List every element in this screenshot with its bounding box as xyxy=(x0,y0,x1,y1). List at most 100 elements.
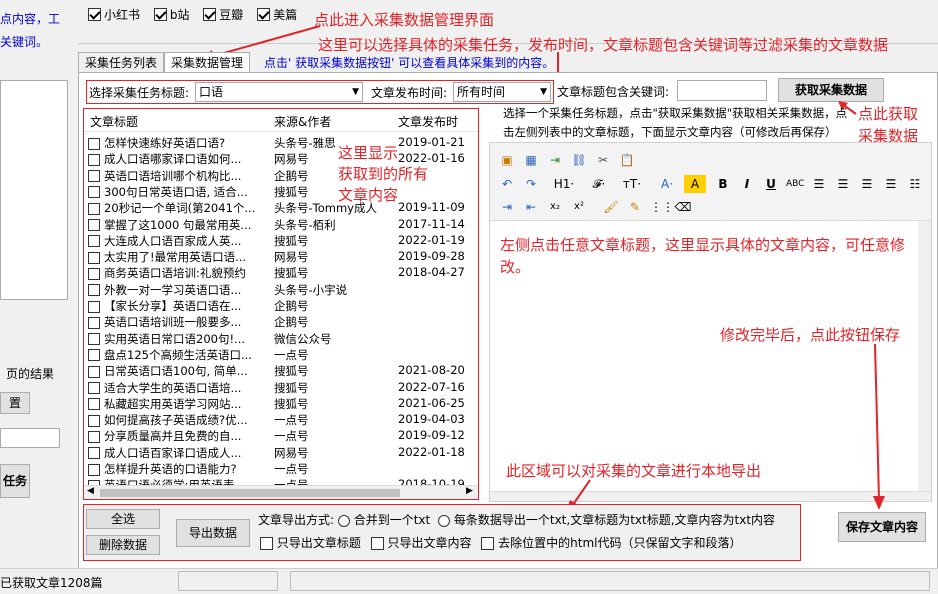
checkbox-content-only[interactable] xyxy=(370,537,384,550)
subscript-icon[interactable]: x₂ xyxy=(546,198,564,216)
row-checkbox[interactable] xyxy=(88,398,100,411)
list-icon[interactable]: ☷ xyxy=(906,175,924,193)
row-title[interactable]: 私藏超实用英语学习网站... xyxy=(88,396,266,412)
row-checkbox[interactable] xyxy=(88,170,100,183)
row-title[interactable]: 【家长分享】英语口语在... xyxy=(88,298,266,314)
row-checkbox[interactable] xyxy=(88,251,100,264)
col-header-date[interactable]: 文章发布时 xyxy=(398,113,459,131)
row-title[interactable]: 300句日常英语口语, 适合... xyxy=(88,184,266,200)
row-title[interactable]: 英语口语培训班一般要多... xyxy=(88,314,266,330)
row-title[interactable]: 成人口语哪家译口语如何... xyxy=(88,151,266,167)
align-right-icon[interactable]: ☰ xyxy=(858,175,876,193)
row-title[interactable]: 太实用了!最常用英语口语... xyxy=(88,249,266,265)
strikethrough-icon[interactable]: ABC xyxy=(786,175,804,193)
row-title[interactable]: 英语口语培训哪个机构比... xyxy=(88,168,266,184)
row-title[interactable]: 20秒记一个单词(第2041个... xyxy=(88,200,266,216)
row-title[interactable]: 大连成人口语百家成人英... xyxy=(88,233,266,249)
redo-icon[interactable]: ↷ xyxy=(522,175,540,193)
row-title[interactable]: 分享质量高并且免费的自... xyxy=(88,428,266,444)
special-char-icon[interactable]: ⋮⋮ xyxy=(650,198,674,216)
row-title[interactable]: 外教一对一学习英语口语... xyxy=(88,282,266,298)
task-select[interactable]: 口语 ▼ xyxy=(195,82,363,102)
row-checkbox[interactable] xyxy=(88,365,100,378)
row-checkbox[interactable] xyxy=(88,202,100,215)
reset-button[interactable]: 置 xyxy=(0,392,30,414)
row-checkbox[interactable] xyxy=(88,235,100,248)
italic-icon[interactable]: I xyxy=(738,175,756,193)
time-select[interactable]: 所有时间 ▼ xyxy=(453,82,551,102)
table-row[interactable]: 掌握了这1000 句最常用英... 头条号-栢利 2017-11-14 xyxy=(88,217,474,233)
row-checkbox[interactable] xyxy=(88,284,100,297)
row-checkbox[interactable] xyxy=(88,382,100,394)
scroll-right-icon[interactable]: ▶ xyxy=(466,486,473,496)
table-row[interactable]: 怎样提升英语的口语能力? 一点号 xyxy=(88,461,474,477)
row-title[interactable]: 适合大学生的英语口语培... xyxy=(88,380,266,396)
radio-merge[interactable] xyxy=(337,514,350,527)
row-title[interactable]: 成人口语百家译口语成人... xyxy=(88,445,266,461)
source-checkbox-bilibili[interactable] xyxy=(153,8,167,21)
table-row[interactable]: 如何提高孩子英语成绩?优... 一点号 2019-04-03 xyxy=(88,412,474,428)
tab-task-list[interactable]: 采集任务列表 xyxy=(78,52,165,72)
paste-icon[interactable]: 📋 xyxy=(618,151,636,169)
unlink-icon[interactable]: ✂ xyxy=(594,151,612,169)
keyword-input[interactable] xyxy=(677,80,767,101)
export-data-button[interactable]: 导出数据 xyxy=(176,519,250,547)
task-button[interactable]: 任务 xyxy=(0,464,30,498)
row-checkbox[interactable] xyxy=(88,300,100,313)
row-title[interactable]: 盘点125个高频生活英语口... xyxy=(88,347,266,363)
row-title[interactable]: 实用英语日常口语200句!... xyxy=(88,331,266,347)
justify-icon[interactable]: ☰ xyxy=(882,175,900,193)
table-row[interactable]: 英语口语培训班一般要多... 企鹅号 xyxy=(88,314,474,330)
table-row[interactable]: 日常英语口语100句, 简单... 搜狐号 2021-08-20 xyxy=(88,363,474,379)
row-checkbox[interactable] xyxy=(88,267,100,280)
row-checkbox[interactable] xyxy=(88,447,100,460)
underline-icon[interactable]: U xyxy=(762,175,780,193)
table-row[interactable]: 怎样快速练好英语口语? 头条号-雅思 2019-01-21 xyxy=(88,135,474,151)
font-family-button[interactable]: 𝓕· xyxy=(586,175,612,193)
table-row[interactable]: 盘点125个高频生活英语口... 一点号 xyxy=(88,347,474,363)
row-title[interactable]: 怎样提升英语的口语能力? xyxy=(88,461,266,477)
table-row[interactable]: 大连成人口语百家成人英... 搜狐号 2022-01-19 xyxy=(88,233,474,249)
row-checkbox[interactable] xyxy=(88,333,100,346)
select-all-button[interactable]: 全选 xyxy=(86,509,160,529)
eraser-icon[interactable]: ⌫ xyxy=(674,198,692,216)
table-row[interactable]: 20秒记一个单词(第2041个... 头条号-Tommy成人 2019-11-09 xyxy=(88,200,474,216)
row-title[interactable]: 掌握了这1000 句最常用英... xyxy=(88,217,266,233)
source-checkbox-xiaohongshu[interactable] xyxy=(88,8,101,21)
align-center-icon[interactable]: ☰ xyxy=(834,175,852,193)
indent-icon[interactable]: ⇥ xyxy=(498,198,516,216)
scroll-left-icon[interactable]: ◀ xyxy=(87,486,94,496)
left-input[interactable] xyxy=(0,428,60,448)
radio-each[interactable] xyxy=(438,514,451,527)
table-row[interactable]: 成人口语百家译口语成人... 网易号 2022-01-18 xyxy=(88,445,474,461)
insert-icon[interactable]: ⇥ xyxy=(546,151,564,169)
table-row[interactable]: 实用英语日常口语200句!... 微信公众号 xyxy=(88,331,474,347)
image-icon[interactable]: ▣ xyxy=(498,151,516,169)
row-checkbox[interactable] xyxy=(88,414,100,427)
row-checkbox[interactable] xyxy=(88,316,100,329)
font-size-button[interactable]: тT· xyxy=(618,175,646,193)
outdent-icon[interactable]: ⇤ xyxy=(522,198,540,216)
row-checkbox[interactable] xyxy=(88,219,100,231)
fetch-data-button[interactable]: 获取采集数据 xyxy=(778,78,884,102)
col-header-title[interactable]: 文章标题 xyxy=(90,113,139,131)
table-row[interactable]: 太实用了!最常用英语口语... 网易号 2019-09-28 xyxy=(88,249,474,265)
row-title[interactable]: 如何提高孩子英语成绩?优... xyxy=(88,412,266,428)
superscript-icon[interactable]: x² xyxy=(570,198,588,216)
horizontal-scrollbar[interactable]: ◀ ▶ xyxy=(84,485,478,499)
save-content-button[interactable]: 保存文章内容 xyxy=(838,512,926,542)
delete-data-button[interactable]: 删除数据 xyxy=(86,535,160,555)
row-checkbox[interactable] xyxy=(88,430,100,443)
left-textbox[interactable] xyxy=(0,80,68,300)
table-row[interactable]: 【家长分享】英语口语在... 企鹅号 xyxy=(88,298,474,314)
bold-icon[interactable]: B xyxy=(714,175,732,193)
table-row[interactable]: 适合大学生的英语口语培... 搜狐号 2022-07-16 xyxy=(88,380,474,396)
link-icon[interactable]: ⛓ xyxy=(570,151,588,169)
row-checkbox[interactable] xyxy=(88,349,100,362)
table-row[interactable]: 外教一对一学习英语口语... 头条号-小宇说 xyxy=(88,282,474,298)
font-color-icon[interactable]: A· xyxy=(656,175,678,193)
tab-data-manage[interactable]: 采集数据管理 xyxy=(164,52,251,72)
row-checkbox[interactable] xyxy=(88,153,100,166)
row-checkbox[interactable] xyxy=(88,137,100,150)
align-left-icon[interactable]: ☰ xyxy=(810,175,828,193)
